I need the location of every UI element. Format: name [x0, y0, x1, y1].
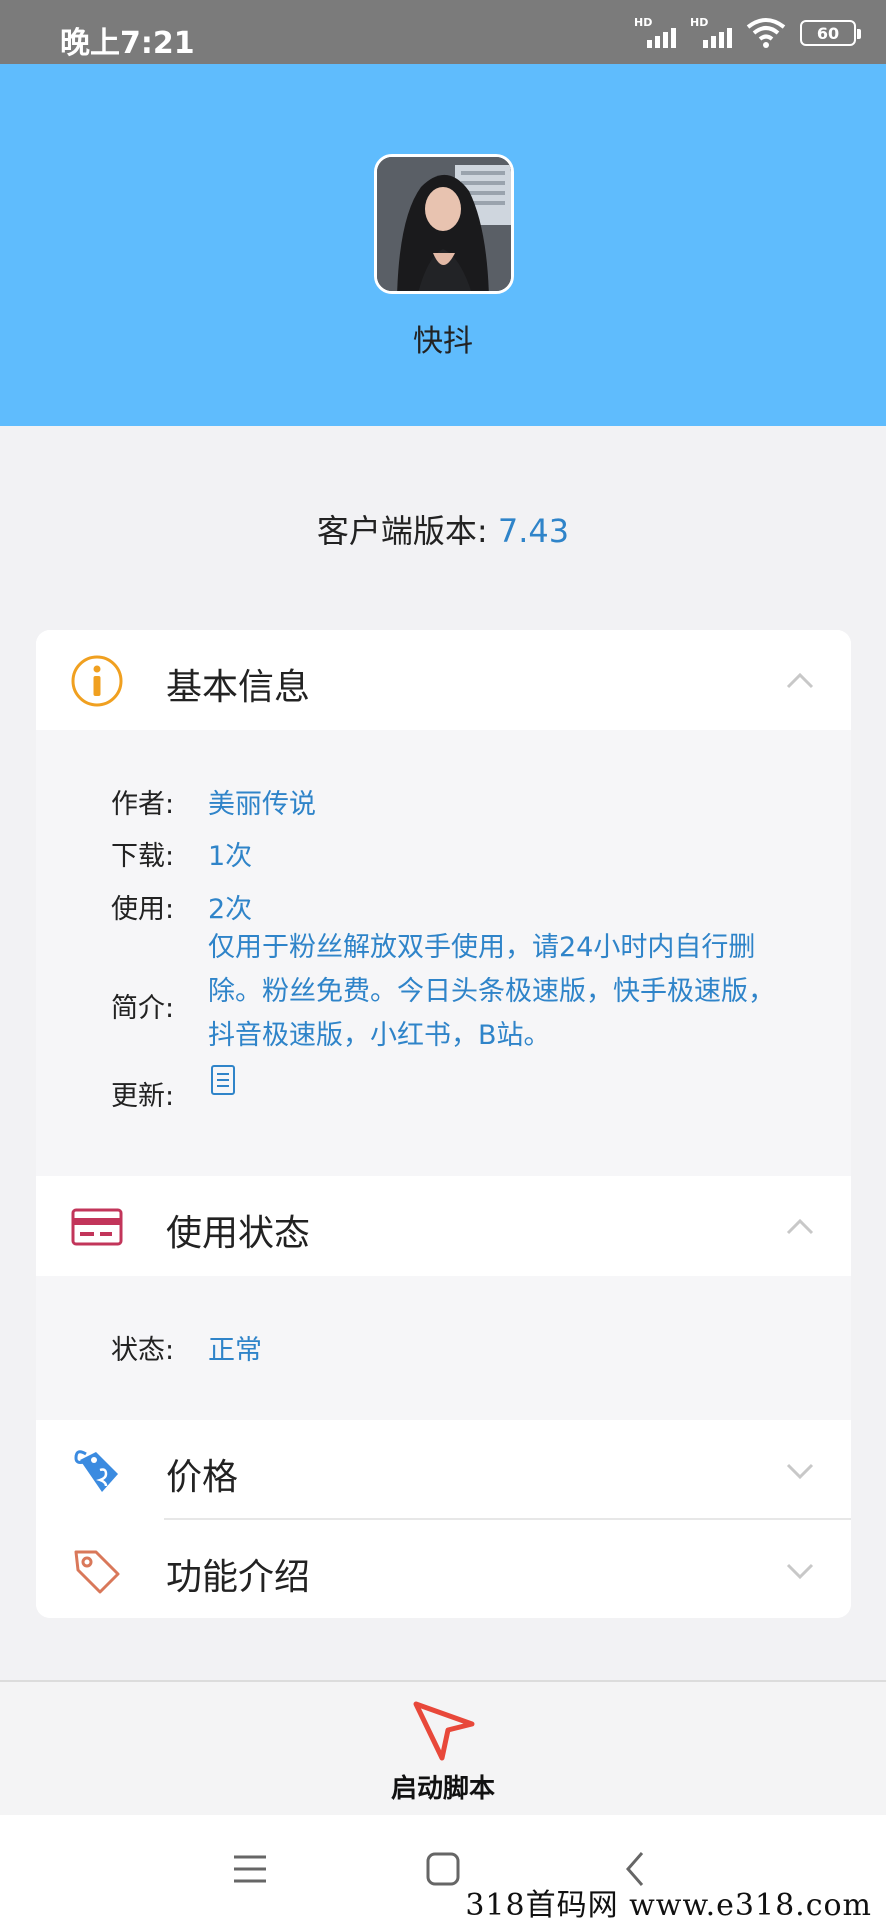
app-avatar — [374, 154, 514, 294]
row-uses-key: 使用: — [111, 894, 175, 925]
menu-icon[interactable] — [230, 1849, 270, 1889]
version-label: 客户端版本: — [316, 512, 498, 550]
signal-icon: HD — [634, 16, 676, 50]
watermark: 318首码网 www.e318.com — [465, 1888, 872, 1920]
chevron-up-icon[interactable] — [785, 666, 815, 696]
price-tag-icon — [74, 1450, 118, 1492]
cursor-arrow-icon — [413, 1701, 475, 1761]
info-icon — [71, 655, 123, 707]
section-usage-status-body: 状态: 正常 — [36, 1276, 851, 1420]
intro-line: 仅用于粉丝解放双手使用，请24小时内自行删 — [208, 932, 756, 963]
row-status-key: 状态: — [111, 1335, 175, 1366]
card-icon — [71, 1208, 123, 1246]
intro-line: 抖音极速版，小红书，B站。 — [208, 1020, 551, 1051]
uses-value: 2次 — [208, 894, 253, 925]
section-basic-info-title: 基本信息 — [166, 667, 311, 708]
home-icon[interactable] — [423, 1849, 463, 1889]
chevron-down-icon[interactable] — [785, 1456, 815, 1486]
author-value[interactable]: 美丽传说 — [208, 782, 316, 821]
status-value: 正常 — [208, 1335, 262, 1366]
tag-icon — [74, 1550, 120, 1594]
client-version: 客户端版本: 7.43 — [0, 506, 886, 552]
row-status: 状态: — [111, 1328, 207, 1367]
status-icons: HD HD 60 — [634, 16, 861, 50]
section-usage-status-title: 使用状态 — [166, 1213, 311, 1254]
row-intro-key: 简介: — [111, 993, 175, 1024]
app-header: 快抖 — [0, 64, 886, 426]
status-time: 晚上7:21 — [60, 26, 195, 61]
wifi-icon — [746, 18, 786, 48]
row-downloads-key: 下载: — [111, 841, 175, 872]
section-features-header[interactable]: 功能介绍 — [36, 1520, 851, 1618]
info-card: 基本信息 作者: 美丽传说 下载: 1次 使用: 2次 简介: 仅用于粉丝解放双… — [36, 630, 851, 1618]
battery-icon: 60 — [800, 20, 861, 46]
section-price-header[interactable]: 价格 — [36, 1420, 851, 1520]
row-downloads: 下载: — [111, 834, 207, 873]
row-update: 更新: — [111, 1074, 207, 1113]
section-basic-info-body: 作者: 美丽传说 下载: 1次 使用: 2次 简介: 仅用于粉丝解放双手使用，请… — [36, 730, 851, 1176]
section-price-title: 价格 — [166, 1457, 239, 1498]
section-usage-status-header[interactable]: 使用状态 — [36, 1176, 851, 1276]
launch-script-button[interactable]: 启动脚本 — [0, 1680, 886, 1815]
section-features-title: 功能介绍 — [166, 1557, 311, 1598]
row-intro: 简介: — [111, 986, 207, 1025]
document-icon[interactable] — [210, 1064, 236, 1096]
status-bar: 晚上7:21 HD HD 60 — [0, 0, 886, 64]
version-value: 7.43 — [497, 512, 570, 550]
intro-text: 仅用于粉丝解放双手使用，请24小时内自行删 除。粉丝免费。今日头条极速版，快手极… — [208, 926, 818, 1058]
row-author-key: 作者: — [111, 789, 175, 820]
app-name: 快抖 — [413, 324, 473, 359]
row-update-key: 更新: — [111, 1081, 175, 1112]
chevron-down-icon[interactable] — [785, 1556, 815, 1586]
row-uses: 使用: — [111, 887, 207, 926]
downloads-value: 1次 — [208, 841, 253, 872]
section-basic-info-header[interactable]: 基本信息 — [36, 630, 851, 730]
row-author: 作者: — [111, 782, 207, 821]
chevron-up-icon[interactable] — [785, 1212, 815, 1242]
signal-icon-2: HD — [690, 16, 732, 50]
launch-script-label: 启动脚本 — [390, 1774, 495, 1804]
intro-line: 除。粉丝免费。今日头条极速版，快手极速版， — [208, 976, 775, 1007]
